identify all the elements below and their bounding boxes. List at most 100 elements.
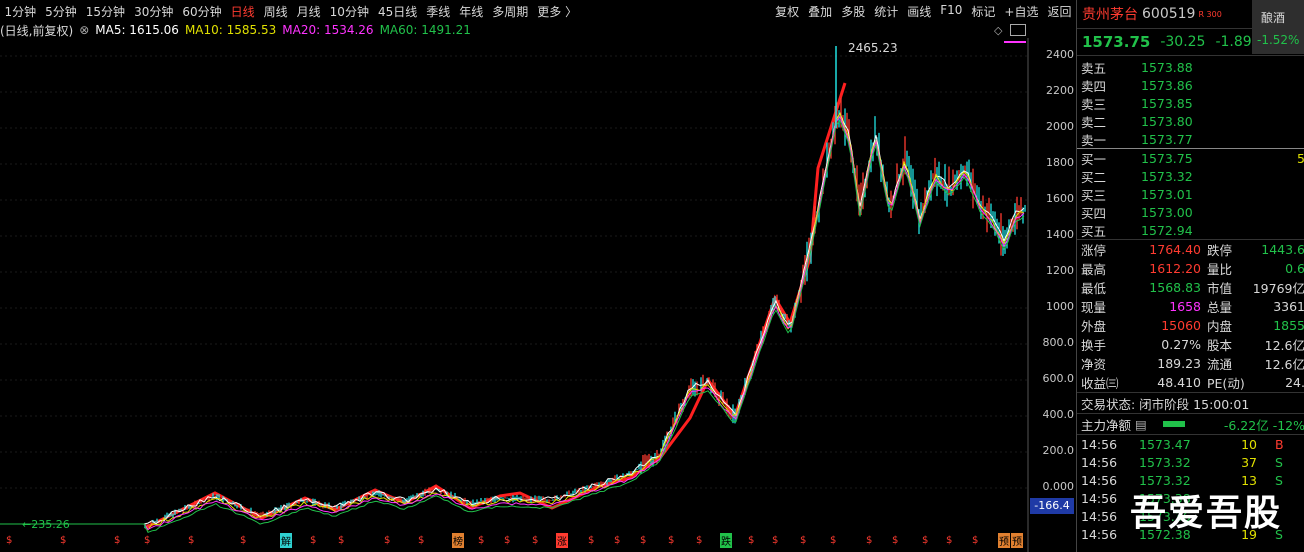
dividend-marker[interactable]: $	[946, 535, 952, 546]
dividend-marker[interactable]: $	[866, 535, 872, 546]
y-tick-label: 2200	[1046, 84, 1074, 97]
ma60-label: MA60: 1491.21	[379, 23, 471, 37]
panel-toggle-icon[interactable]	[1010, 24, 1026, 36]
last-price: 1573.75	[1082, 33, 1151, 51]
book-row[interactable]: 买五 1572.94	[1077, 221, 1304, 239]
tick-volume: 37	[1241, 454, 1257, 470]
dividend-marker[interactable]: $	[800, 535, 806, 546]
dividend-marker[interactable]: $	[188, 535, 194, 546]
period-tab[interactable]: 10分钟	[325, 3, 373, 20]
diamond-icon[interactable]: ◇	[994, 24, 1002, 37]
event-marker[interactable]: 预	[1011, 533, 1023, 548]
y-tick-label: 1600	[1046, 192, 1074, 205]
dividend-marker[interactable]: $	[240, 535, 246, 546]
event-marker[interactable]: 跌	[720, 533, 732, 548]
book-row[interactable]: 买一 1573.75 5	[1077, 149, 1304, 167]
period-tab[interactable]: 15分钟	[81, 3, 129, 20]
dividend-marker[interactable]: $	[310, 535, 316, 546]
book-row[interactable]: 卖二 1573.80	[1077, 112, 1304, 130]
event-marker[interactable]: 涨	[556, 533, 568, 548]
book-price: 1573.85	[1141, 95, 1193, 111]
sector-box[interactable]: 酿酒 -1.52%	[1252, 0, 1304, 54]
period-tab[interactable]: 30分钟	[130, 3, 178, 20]
sector-pct: -1.52%	[1257, 33, 1300, 47]
dividend-marker[interactable]: $	[668, 535, 674, 546]
book-row[interactable]: 卖三 1573.85	[1077, 94, 1304, 112]
price-change: -30.25	[1160, 34, 1206, 50]
dividend-marker[interactable]: $	[504, 535, 510, 546]
dividend-marker[interactable]: $	[60, 535, 66, 546]
dividend-marker[interactable]: $	[478, 535, 484, 546]
stat-value: 15060	[1161, 318, 1201, 333]
dividend-marker[interactable]: $	[384, 535, 390, 546]
tool-button[interactable]: 叠加	[804, 3, 837, 20]
book-row[interactable]: 卖五 1573.88	[1077, 58, 1304, 76]
dividend-marker[interactable]: $	[972, 535, 978, 546]
dividend-marker[interactable]: $	[614, 535, 620, 546]
dividend-marker[interactable]: $	[830, 535, 836, 546]
book-row[interactable]: 买四 1573.00	[1077, 203, 1304, 221]
stat-label: 外盘	[1081, 319, 1107, 334]
tool-button[interactable]: 标记	[967, 3, 1000, 20]
dividend-marker[interactable]: $	[892, 535, 898, 546]
period-tab[interactable]: 60分钟	[178, 3, 226, 20]
stat-label: 现量	[1081, 300, 1107, 315]
y-tick-label: 400.0	[1042, 408, 1075, 421]
dividend-marker[interactable]: $	[696, 535, 702, 546]
stat-row: 净资 189.23 流通 12.6亿	[1077, 354, 1304, 373]
stat-value: 189.23	[1157, 356, 1201, 371]
period-tab[interactable]: 45日线	[373, 3, 421, 20]
dividend-marker[interactable]: $	[114, 535, 120, 546]
dividend-marker[interactable]: $	[6, 535, 12, 546]
period-tab[interactable]: 日线	[226, 3, 259, 20]
stat-label-2: 总量	[1207, 300, 1233, 315]
period-tab[interactable]: 更多 〉	[533, 3, 582, 20]
ma-line	[0, 115, 1025, 531]
tool-button[interactable]: +自选	[1000, 3, 1043, 20]
period-tab[interactable]: 年线	[455, 3, 488, 20]
book-row[interactable]: 卖一 1573.77	[1077, 130, 1304, 148]
main-flow-icon: ▤	[1135, 416, 1147, 432]
stat-value-2: 24.	[1285, 375, 1304, 390]
dividend-marker[interactable]: $	[144, 535, 150, 546]
stat-value: 1612.20	[1149, 261, 1201, 276]
period-tab[interactable]: 周线	[259, 3, 292, 20]
kline-chart[interactable]: 2400 2200 2000 1800 1600 1400 1200 1000 800.0 600…	[0, 38, 1076, 552]
dividend-marker[interactable]: $	[338, 535, 344, 546]
book-row[interactable]: 卖四 1573.86	[1077, 76, 1304, 94]
book-row[interactable]: 买三 1573.01	[1077, 185, 1304, 203]
book-row[interactable]: 买二 1573.32	[1077, 167, 1304, 185]
y-tick-label: 1000	[1046, 300, 1074, 313]
period-tab[interactable]: 月线	[292, 3, 325, 20]
tool-button[interactable]: F10	[936, 3, 967, 20]
tool-button[interactable]: 返回	[1043, 3, 1076, 20]
y-tick-label: 2400	[1046, 48, 1074, 61]
period-tabs: 1分钟 5分钟 15分钟 30分钟 60分钟 日线 周线 月线 10分钟 45日线 季线 年线 多周期更…	[0, 3, 582, 20]
dividend-marker[interactable]: $	[922, 535, 928, 546]
index-badge: R 300	[1198, 9, 1222, 19]
dividend-marker[interactable]: $	[772, 535, 778, 546]
tool-button[interactable]: 多股	[837, 3, 870, 20]
tick-price: 1573.47	[1139, 436, 1191, 452]
period-tab[interactable]: 季线	[422, 3, 455, 20]
bid-book: 买一 1573.75 5 买二 1573.32 买三 1573.01 买四 1573.00 买五 1…	[1077, 149, 1304, 239]
y-tick-label: 2000	[1046, 120, 1074, 133]
dividend-marker[interactable]: $	[640, 535, 646, 546]
stat-label: 涨停	[1081, 243, 1107, 258]
dividend-marker[interactable]: $	[748, 535, 754, 546]
event-marker[interactable]: 预	[998, 533, 1010, 548]
tool-button[interactable]: 统计	[870, 3, 903, 20]
settings-icon[interactable]: ⊗	[79, 23, 89, 37]
period-tab[interactable]: 1分钟	[0, 3, 41, 20]
tool-button[interactable]: 画线	[903, 3, 936, 20]
dividend-marker[interactable]: $	[418, 535, 424, 546]
dividend-marker[interactable]: $	[532, 535, 538, 546]
tool-button[interactable]: 复权	[771, 3, 804, 20]
event-marker[interactable]: 解	[280, 533, 292, 548]
period-tab[interactable]: 多周期	[488, 3, 533, 20]
book-label: 买三	[1081, 187, 1107, 203]
dividend-marker[interactable]: $	[588, 535, 594, 546]
event-marker[interactable]: 榜	[452, 533, 464, 548]
book-price: 1573.75	[1141, 150, 1193, 166]
period-tab[interactable]: 5分钟	[41, 3, 82, 20]
